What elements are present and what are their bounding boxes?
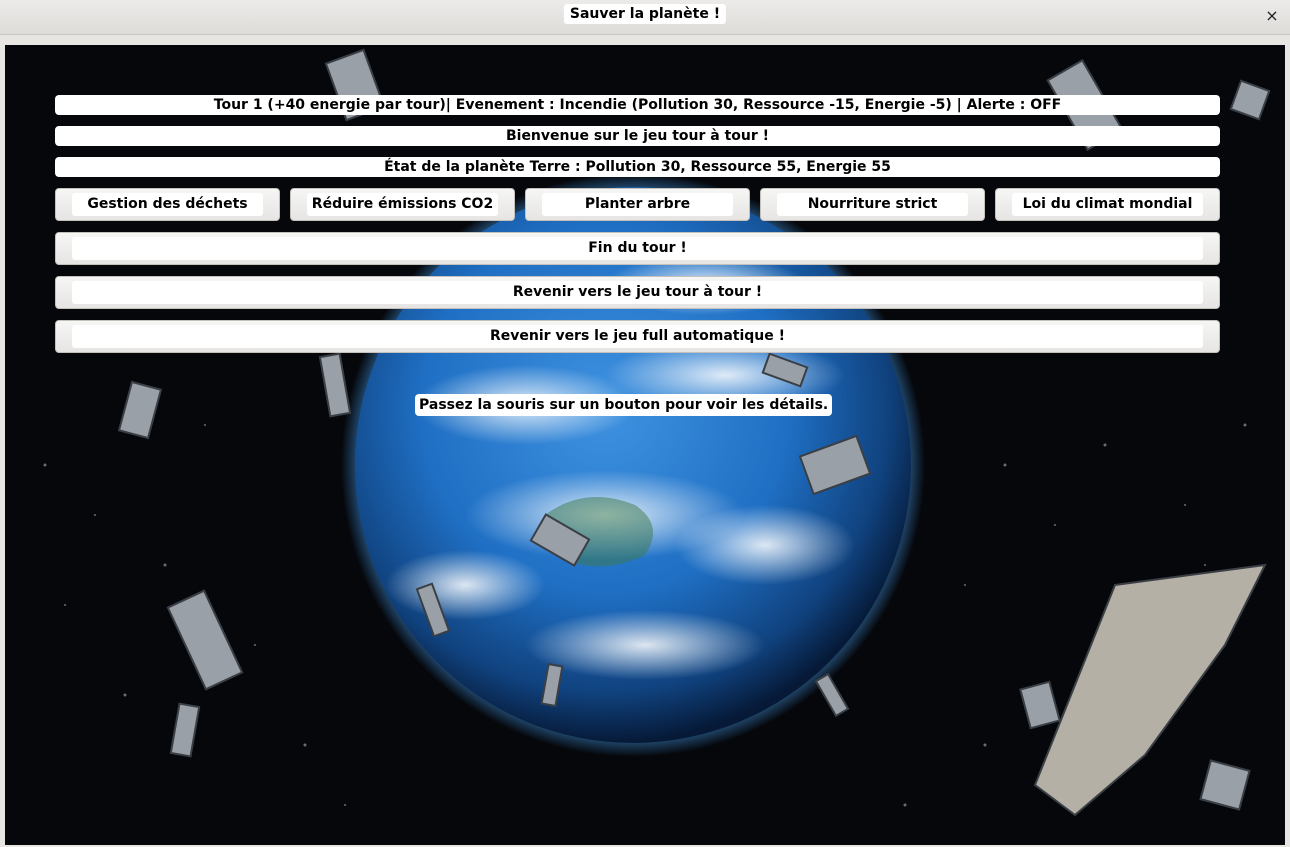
end-turn-button[interactable]: Fin du tour ! — [55, 232, 1220, 265]
welcome-banner: Bienvenue sur le jeu tour à tour ! — [55, 126, 1220, 146]
game-background: Tour 1 (+40 energie par tour)| Evenement… — [5, 45, 1285, 845]
end-turn-label: Fin du tour ! — [72, 237, 1203, 260]
back-full-auto-label: Revenir vers le jeu full automatique ! — [72, 325, 1203, 348]
window-titlebar: Sauver la planète ! × — [0, 0, 1290, 35]
back-turn-based-button[interactable]: Revenir vers le jeu tour à tour ! — [55, 276, 1220, 309]
turn-status-bar: Tour 1 (+40 energie par tour)| Evenement… — [55, 95, 1220, 115]
plant-tree-button[interactable]: Planter arbre — [525, 188, 750, 221]
planet-status-bar: État de la planète Terre : Pollution 30,… — [55, 157, 1220, 177]
climate-law-button[interactable]: Loi du climat mondial — [995, 188, 1220, 221]
climate-law-label: Loi du climat mondial — [1012, 193, 1203, 216]
strict-food-label: Nourriture strict — [777, 193, 968, 216]
waste-management-button[interactable]: Gestion des déchets — [55, 188, 280, 221]
plant-tree-label: Planter arbre — [542, 193, 733, 216]
hover-hint: Passez la souris sur un bouton pour voir… — [415, 394, 833, 416]
reduce-co2-label: Réduire émissions CO2 — [307, 193, 498, 216]
reduce-co2-button[interactable]: Réduire émissions CO2 — [290, 188, 515, 221]
window-title: Sauver la planète ! — [563, 4, 727, 24]
back-turn-based-label: Revenir vers le jeu tour à tour ! — [72, 281, 1203, 304]
back-full-auto-button[interactable]: Revenir vers le jeu full automatique ! — [55, 320, 1220, 353]
waste-management-label: Gestion des déchets — [72, 193, 263, 216]
strict-food-button[interactable]: Nourriture strict — [760, 188, 985, 221]
close-icon[interactable]: × — [1262, 6, 1282, 26]
